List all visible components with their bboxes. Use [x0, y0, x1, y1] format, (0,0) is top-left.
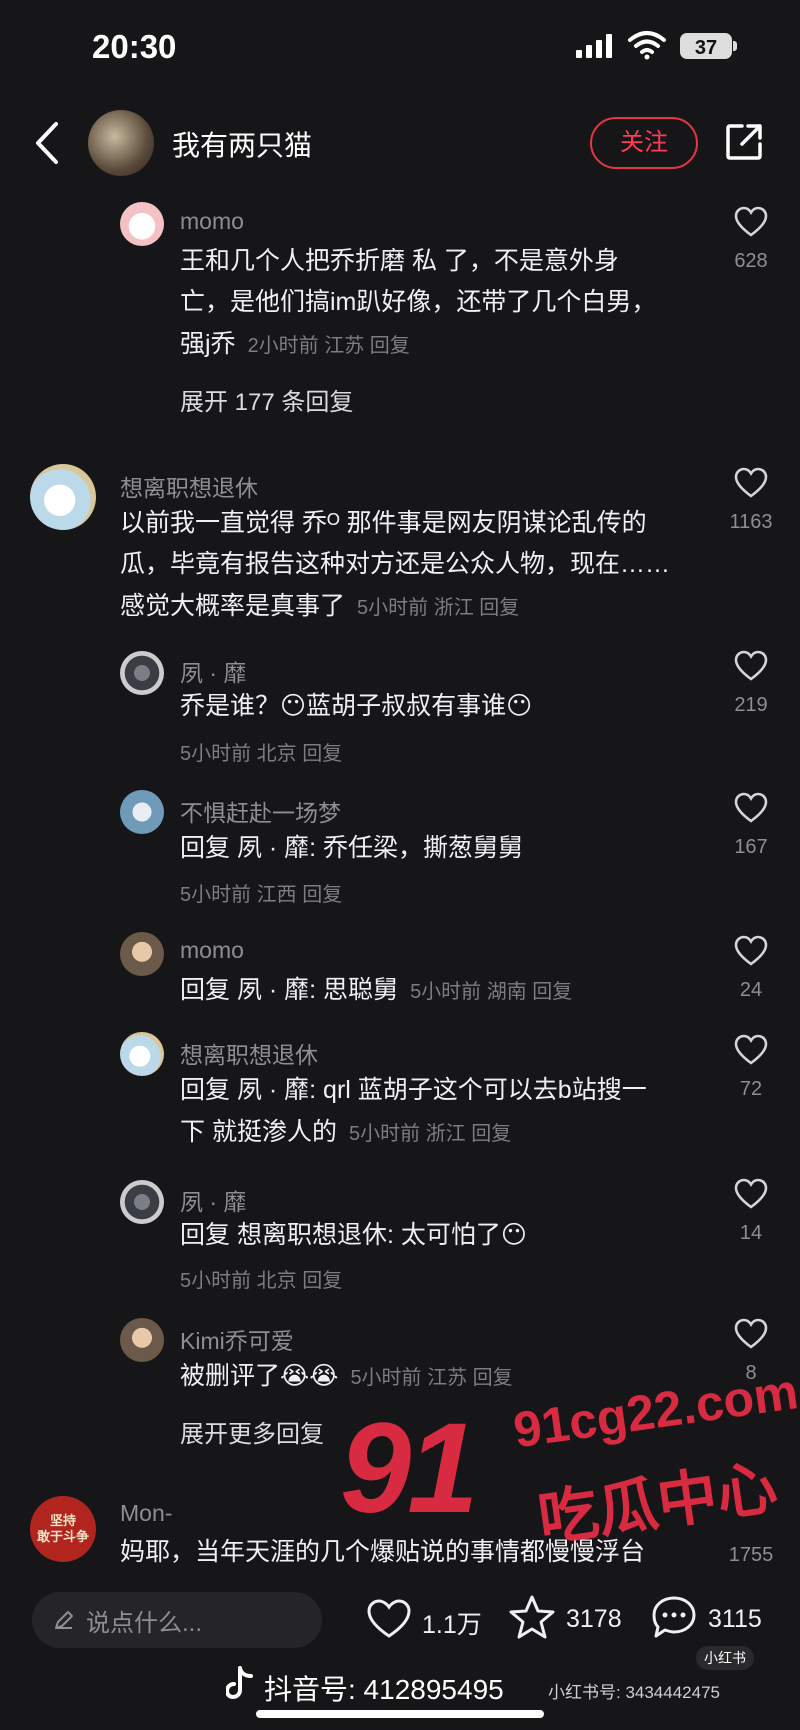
reply-username[interactable]: 夙 · 靡 [180, 654, 246, 688]
comment-input[interactable]: 说点什么... [32, 1592, 322, 1648]
reply-text-line: 下 就挺渗人的 [180, 1118, 337, 1146]
back-icon[interactable] [30, 118, 64, 168]
post-like-count: 1.1万 [422, 1611, 482, 1639]
douyin-id: 抖音号: 412895495 [264, 1674, 504, 1705]
status-time: 20:30 [92, 28, 177, 65]
reply-username[interactable]: Kimi乔可爱 [180, 1322, 294, 1356]
reply-meta[interactable]: 5小时前 湖南 回复 [410, 975, 572, 1004]
follow-button[interactable]: 关注 [590, 117, 698, 169]
reply-meta[interactable]: 5小时前 浙江 回复 [349, 1117, 511, 1146]
like-icon[interactable] [734, 650, 768, 682]
avatar[interactable] [120, 1318, 164, 1362]
like-icon[interactable] [734, 206, 768, 238]
reply-text: 回复 夙 · 靡: qrl 蓝胡子这个可以去b站搜一 [180, 1076, 647, 1104]
like-count: 1755 [728, 1544, 774, 1566]
comment-icon[interactable] [650, 1594, 698, 1640]
reply-meta[interactable]: 5小时前 北京 回复 [180, 737, 342, 766]
like-icon[interactable] [734, 935, 768, 967]
like-icon[interactable] [734, 792, 768, 824]
like-icon[interactable] [734, 1034, 768, 1066]
like-count: 1163 [729, 511, 773, 533]
comment-text-line: 王和几个人把乔折磨 私 了，不是意外身 [180, 247, 619, 275]
xiaohongshu-badge: 小红书 [696, 1646, 754, 1670]
pencil-icon [55, 1611, 73, 1629]
avatar-text: 坚持 [49, 1513, 76, 1528]
signal-icon [576, 34, 612, 58]
avatar[interactable] [120, 651, 164, 695]
xiaohongshu-id: 小红书号: 3434442475 [548, 1683, 720, 1702]
author-avatar[interactable] [88, 110, 154, 176]
like-count: 24 [739, 979, 763, 1001]
comment-text-line: 以前我一直觉得 乔ᴼ 那件事是网友阴谋论乱传的 [120, 509, 647, 537]
comment-meta[interactable]: 5小时前 浙江 回复 [357, 591, 519, 620]
author-name[interactable]: 我有两只猫 [172, 124, 312, 164]
comment-username[interactable]: momo [180, 208, 244, 235]
reply-username[interactable]: 夙 · 靡 [180, 1183, 246, 1217]
like-icon[interactable] [734, 1178, 768, 1210]
reply-meta[interactable]: 5小时前 北京 回复 [180, 1264, 342, 1293]
battery-icon: 37 [680, 33, 732, 59]
avatar[interactable] [120, 202, 164, 246]
like-count: 219 [734, 694, 768, 716]
avatar[interactable] [30, 464, 96, 530]
reply-text: 被删评了😭😭 [180, 1362, 339, 1390]
star-icon[interactable] [508, 1594, 556, 1640]
avatar-text: 敢于斗争 [36, 1529, 89, 1544]
comment-text-line: 瓜，毕竟有报告这种对方还是公众人物，现在…… [120, 550, 671, 578]
expand-more-replies-button[interactable]: 展开更多回复 [180, 1414, 324, 1449]
comment-text-line: 亡，是他们搞im趴好像，还带了几个白男， [180, 288, 657, 316]
like-count: 72 [739, 1078, 763, 1100]
comment-username[interactable]: 想离职想退休 [120, 469, 258, 503]
comment-text-line: 感觉大概率是真事了 [120, 592, 346, 620]
expand-replies-button[interactable]: 展开 177 条回复 [180, 382, 353, 417]
comment-input-placeholder: 说点什么... [86, 1609, 203, 1637]
post-comment-count: 3115 [708, 1605, 762, 1633]
like-count: 167 [734, 836, 768, 858]
reply-meta[interactable]: 5小时前 江苏 回复 [350, 1361, 512, 1390]
post-star-count: 3178 [566, 1605, 622, 1633]
battery-tip [733, 41, 737, 51]
reply-username[interactable]: momo [180, 937, 244, 964]
wifi-icon [628, 31, 666, 60]
share-icon[interactable] [724, 122, 764, 162]
reply-text: 乔是谁？😶蓝胡子叔叔有事谁😶 [180, 692, 533, 720]
reply-meta[interactable]: 5小时前 江西 回复 [180, 878, 342, 907]
reply-text: 回复 夙 · 靡: 思聪舅 [180, 976, 399, 1004]
reply-text: 回复 想离职想退休: 太可怕了😶 [180, 1221, 527, 1249]
reply-username[interactable]: 想离职想退休 [180, 1036, 318, 1070]
avatar[interactable]: 坚持 敢于斗争 [30, 1496, 96, 1562]
like-icon[interactable] [734, 1318, 768, 1350]
reply-text: 回复 夙 · 靡: 乔任梁，撕葱舅舅 [180, 834, 524, 862]
watermark-logo: 91 [340, 1397, 478, 1540]
avatar[interactable] [120, 932, 164, 976]
like-count: 14 [739, 1222, 763, 1244]
avatar[interactable] [120, 1180, 164, 1224]
avatar[interactable] [120, 790, 164, 834]
douyin-logo-icon [226, 1666, 253, 1700]
like-count: 628 [734, 250, 768, 272]
like-icon[interactable] [366, 1598, 412, 1640]
reply-username[interactable]: 不惧赶赴一场梦 [180, 794, 341, 828]
home-indicator [256, 1710, 544, 1718]
comment-meta[interactable]: 2小时前 江苏 回复 [248, 329, 410, 358]
avatar[interactable] [120, 1032, 164, 1076]
comment-username[interactable]: Mon- [120, 1500, 172, 1527]
like-icon[interactable] [734, 467, 768, 499]
status-bar: 20:30 37 [0, 0, 800, 95]
watermark-text: 吃瓜中心 [534, 1453, 782, 1554]
comment-text-line: 强j乔 [180, 330, 236, 358]
